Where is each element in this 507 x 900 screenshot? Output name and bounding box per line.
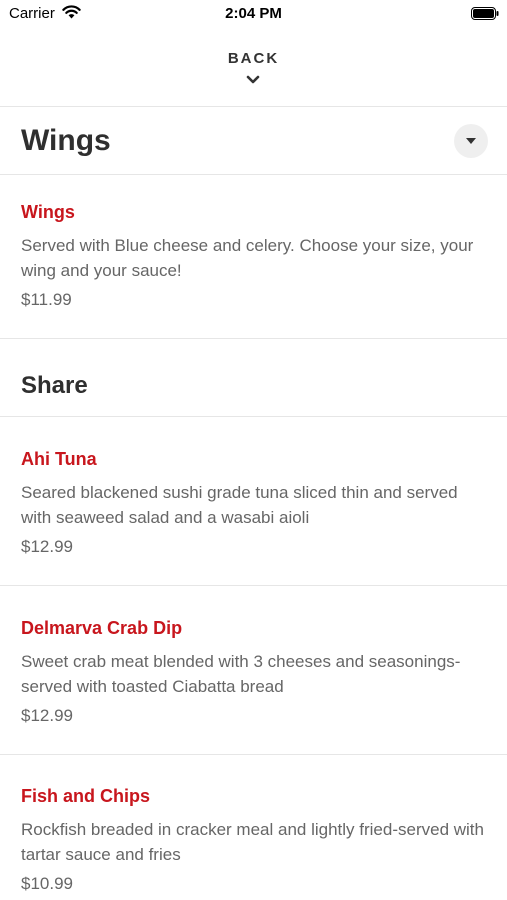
item-description: Served with Blue cheese and celery. Choo… xyxy=(21,236,474,280)
item-name: Delmarva Crab Dip xyxy=(21,618,183,638)
divider xyxy=(0,174,507,175)
menu-item-delmarva-crab-dip[interactable]: Delmarva Crab Dip Sweet crab meat blende… xyxy=(0,618,507,738)
divider xyxy=(0,338,507,339)
item-name: Fish and Chips xyxy=(21,786,151,806)
battery-icon xyxy=(471,7,499,20)
divider xyxy=(0,416,507,417)
item-price: $10.99 xyxy=(21,874,73,893)
category-dropdown-button[interactable] xyxy=(454,124,488,158)
item-description: Seared blackened sushi grade tuna sliced… xyxy=(21,483,458,527)
item-name: Ahi Tuna xyxy=(21,449,97,469)
back-button[interactable]: BACK xyxy=(0,40,507,106)
back-label: BACK xyxy=(227,50,280,67)
item-price: $12.99 xyxy=(21,537,73,556)
category-title-share: Share xyxy=(21,372,88,399)
status-time: 2:04 PM xyxy=(225,5,282,22)
item-name: Wings xyxy=(21,202,75,222)
menu-item-fish-and-chips[interactable]: Fish and Chips Rockfish breaded in crack… xyxy=(0,786,507,900)
caret-down-icon xyxy=(466,138,476,144)
category-title-wings: Wings xyxy=(21,124,111,157)
menu-item-wings[interactable]: Wings Served with Blue cheese and celery… xyxy=(0,202,507,322)
divider xyxy=(0,585,507,586)
item-description: Rockfish breaded in cracker meal and lig… xyxy=(21,820,484,864)
divider xyxy=(0,106,507,107)
menu-screen: Carrier 2:04 PM BACK Wings Wings Served … xyxy=(0,0,507,900)
divider xyxy=(0,754,507,755)
item-description: Sweet crab meat blended with 3 cheeses a… xyxy=(21,652,461,696)
item-price: $11.99 xyxy=(21,290,72,309)
item-price: $12.99 xyxy=(21,706,73,725)
menu-item-ahi-tuna[interactable]: Ahi Tuna Seared blackened sushi grade tu… xyxy=(0,449,507,569)
chevron-down-icon xyxy=(246,75,260,84)
status-bar: Carrier 2:04 PM xyxy=(0,0,507,28)
